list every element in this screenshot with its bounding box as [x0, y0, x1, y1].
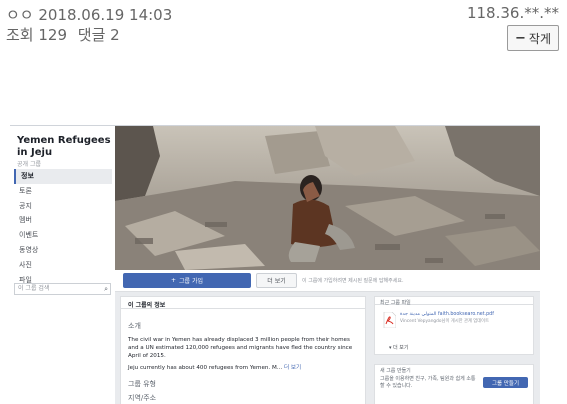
recent-files-panel: 최근 그룹 파일 المتولي مدينة جدة faith.booksea…: [374, 296, 534, 355]
nav-item-announcements[interactable]: 공지: [14, 199, 112, 214]
files-more-label: 더 보기: [393, 345, 409, 351]
comment-count: 댓글 2: [77, 26, 120, 44]
create-group-title: 새 그룹 만들기: [380, 368, 411, 374]
shrink-button-label: 작게: [528, 31, 551, 46]
group-nav: 정보 토론 공지 멤버 이벤트 동영상 사진 파일 더 보기: [14, 169, 112, 297]
file-description: Vincent Vepyangdo님이 게시한 관계 업데이트: [400, 319, 490, 324]
pdf-file-icon: [383, 312, 396, 328]
nav-item-about[interactable]: 정보: [14, 169, 112, 184]
group-search-placeholder: 이 그룹 검색: [18, 285, 50, 292]
group-action-bar: + 그룹 가입 더 보기 이 그룹에 가입하려면 제시된 질문에 답해주세요.: [115, 270, 540, 292]
join-note: 이 그룹에 가입하려면 제시된 질문에 답해주세요.: [302, 278, 404, 284]
intro-label: 소개: [128, 322, 141, 330]
join-group-button[interactable]: + 그룹 가입: [123, 273, 251, 288]
group-sidebar: Yemen Refugees in Jeju 공개 그룹 정보 토론 공지 멤버…: [10, 126, 115, 404]
recent-files-header: 최근 그룹 파일: [375, 297, 533, 306]
location-label: 지역/주소: [128, 394, 157, 402]
more-options-button[interactable]: 더 보기: [256, 273, 297, 288]
post-stats: 조회 129 댓글 2: [6, 24, 126, 45]
description-text: Jeju currently has about 400 refugees fr…: [128, 365, 283, 371]
about-header: 이 그룹의 정보: [121, 297, 365, 309]
group-description-2: Jeju currently has about 400 refugees fr…: [128, 363, 360, 371]
search-icon[interactable]: ⌕: [104, 284, 108, 294]
nav-item-events[interactable]: 이벤트: [14, 228, 112, 243]
minus-icon: −: [515, 30, 526, 46]
see-more-link[interactable]: 더 보기: [284, 365, 301, 371]
files-more-link[interactable]: ▾ 더 보기: [389, 344, 409, 351]
nav-item-members[interactable]: 멤버: [14, 213, 112, 228]
group-privacy: 공개 그룹: [17, 161, 41, 168]
chevron-down-icon: ▾: [389, 345, 392, 351]
nav-item-videos[interactable]: 동영상: [14, 243, 112, 258]
shrink-button[interactable]: − 작게: [507, 25, 559, 51]
join-group-label: 그룹 가입: [179, 278, 204, 285]
plus-icon: +: [170, 277, 177, 284]
post-ip: 118.36.**.**: [466, 4, 559, 22]
cover-photo: [115, 126, 540, 270]
more-options-label: 더 보기: [267, 278, 286, 285]
cover-photo-image: [115, 126, 540, 270]
group-name[interactable]: Yemen Refugees in Jeju: [17, 135, 113, 159]
group-type-label: 그룹 유형: [128, 380, 156, 388]
post-author-date: ㅇㅇ 2018.06.19 14:03: [6, 6, 173, 24]
create-group-button[interactable]: 그룹 만들기: [483, 377, 528, 388]
group-search-input[interactable]: 이 그룹 검색 ⌕: [14, 283, 111, 295]
nav-item-discussion[interactable]: 토론: [14, 184, 112, 199]
file-name-link[interactable]: المتولي مدينة جدة faith.booksearo.net.pd…: [400, 312, 532, 317]
create-group-panel: 새 그룹 만들기 그룹을 이용하면 친구, 가족, 팀원과 쉽게 소통할 수 있…: [374, 364, 534, 404]
view-count: 조회 129: [6, 26, 67, 44]
post-meta: ㅇㅇ 2018.06.19 14:03 118.36.**.** 조회 129 …: [0, 0, 567, 60]
group-description: The civil war in Yemen has already displ…: [128, 337, 353, 359]
create-group-description: 그룹을 이용하면 친구, 가족, 팀원과 쉽게 소통할 수 있습니다.: [380, 376, 476, 389]
about-panel: 이 그룹의 정보 소개 The civil war in Yemen has a…: [120, 296, 366, 404]
facebook-group-screenshot: Yemen Refugees in Jeju 공개 그룹 정보 토론 공지 멤버…: [10, 125, 540, 404]
nav-item-photos[interactable]: 사진: [14, 258, 112, 273]
